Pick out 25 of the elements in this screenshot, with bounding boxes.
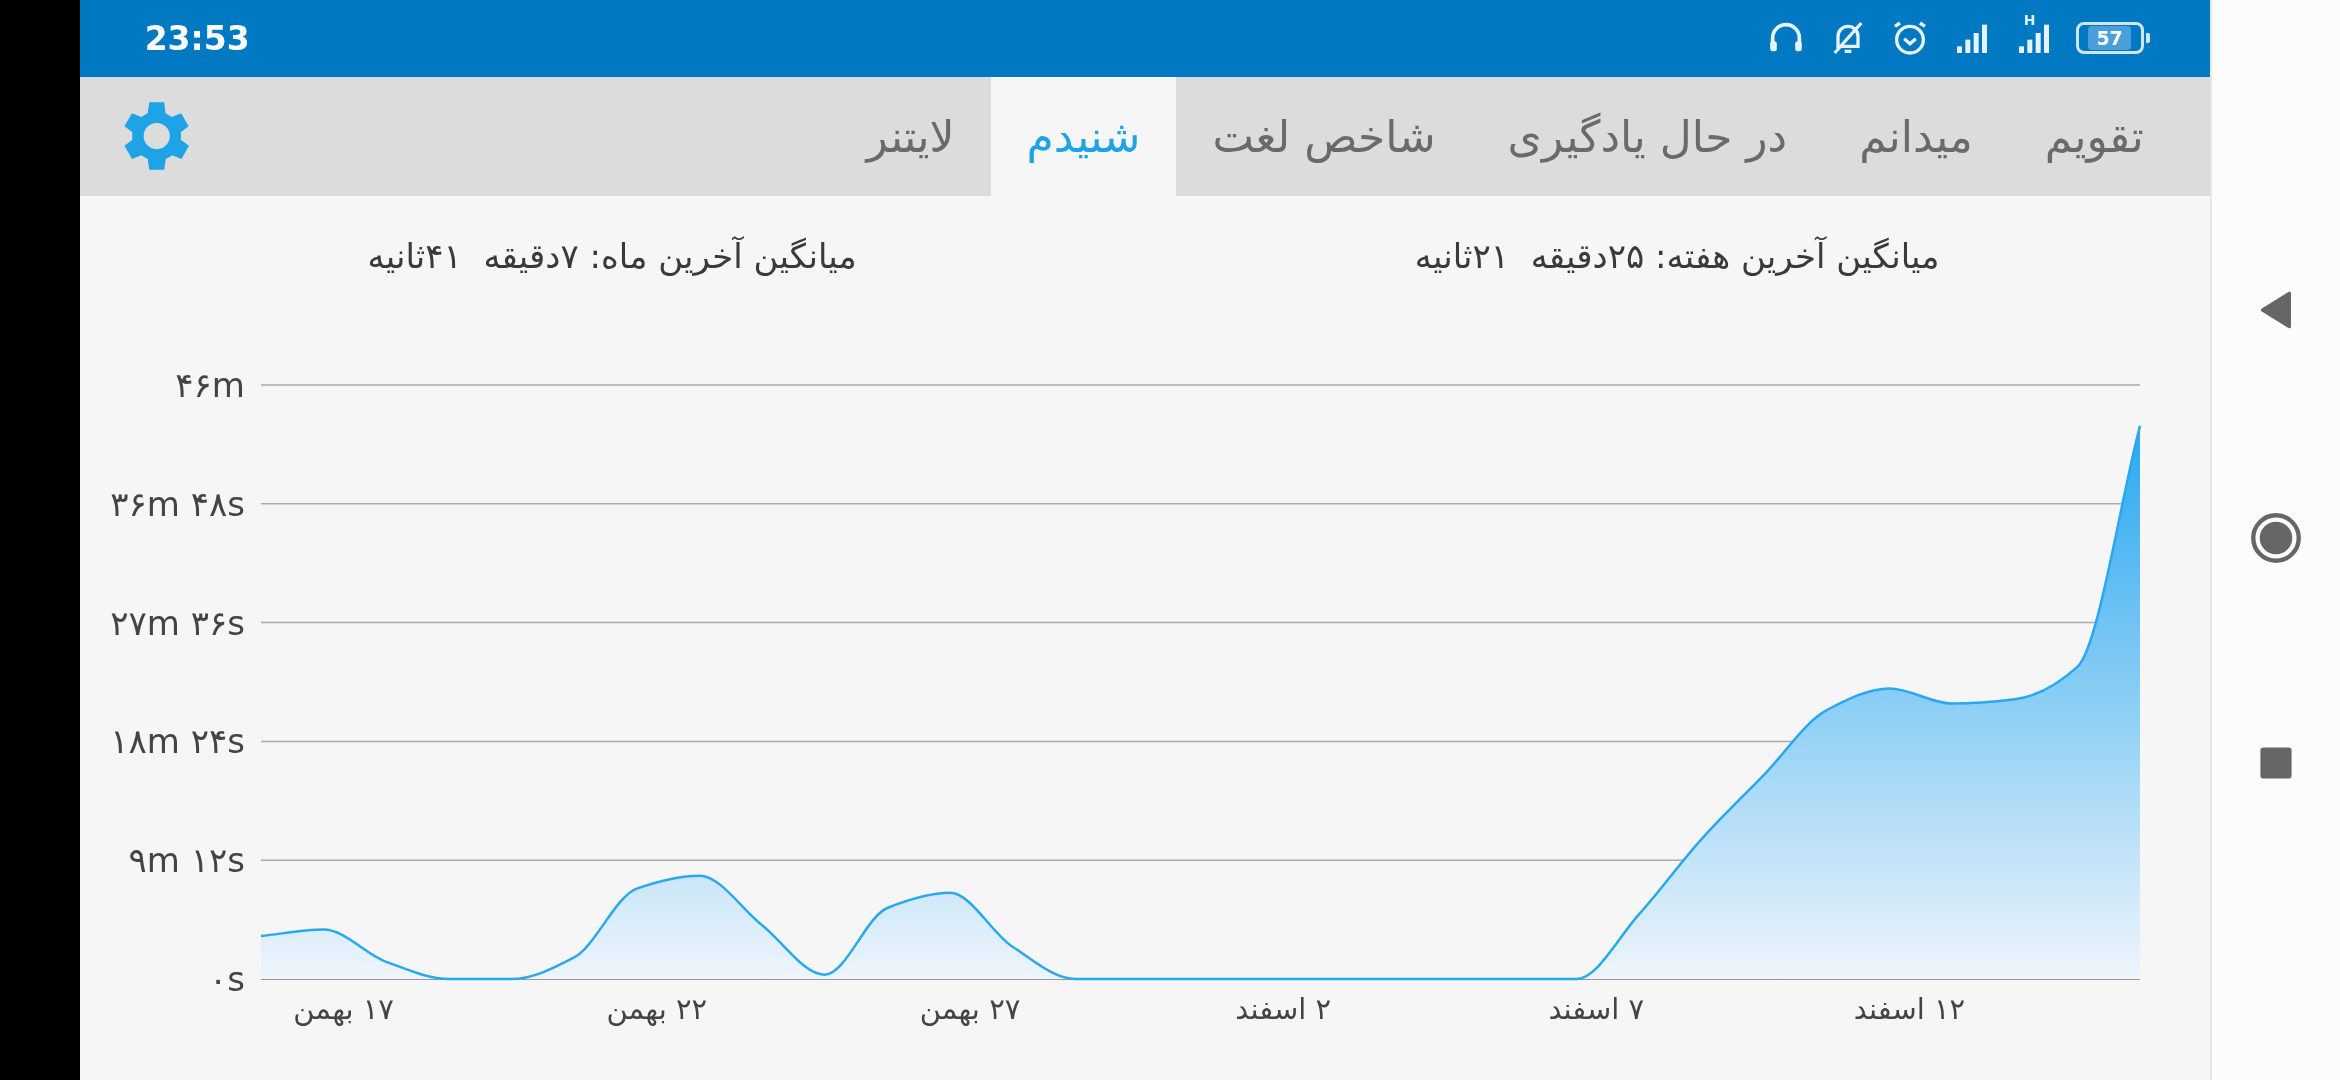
tab[interactable]: تقویم [2008,76,2180,197]
network-type: H [2023,12,2036,29]
tab[interactable]: در حال یادگیری [1471,76,1824,197]
battery-level: 57 [2088,26,2131,51]
x-axis-label: ۲۷ بهمن [919,992,1020,1026]
x-axis-label: ۷ اسفند [1548,992,1644,1026]
tab[interactable]: میدانم [1823,76,2009,197]
tab[interactable]: لایتنر [830,76,991,197]
home-icon[interactable] [2249,512,2302,564]
x-axis-label: ۲ اسفند [1234,992,1331,1026]
status-time: 23:53 [144,18,250,58]
recents-icon[interactable] [2258,746,2293,780]
tab[interactable]: شاخص لغت [1176,76,1472,197]
x-axis-label: ۲۲ بهمن [606,992,707,1026]
average-text: میانگین آخرین ماه: ۷دقیقه ۴۱ثانیه [367,236,857,279]
y-axis-label: ۹m ۱۲s [128,840,245,881]
y-axis-label: ۱۸m ۲۴s [109,721,245,762]
tab[interactable]: شنیدم [990,76,1177,197]
y-axis-label: ۰s [208,959,245,999]
y-axis-label: ۲۷m ۳۶s [109,602,245,643]
x-axis-label: ۱۷ بهمن [292,992,394,1026]
y-axis-label: ۴۶m [174,365,245,405]
y-axis-label: ۳۶m ۴۸s [109,483,245,524]
average-text: میانگین آخرین هفته: ۲۵دقیقه ۲۱ثانیه [1414,236,1940,279]
x-axis-label: ۱۲ اسفند [1853,992,1965,1026]
